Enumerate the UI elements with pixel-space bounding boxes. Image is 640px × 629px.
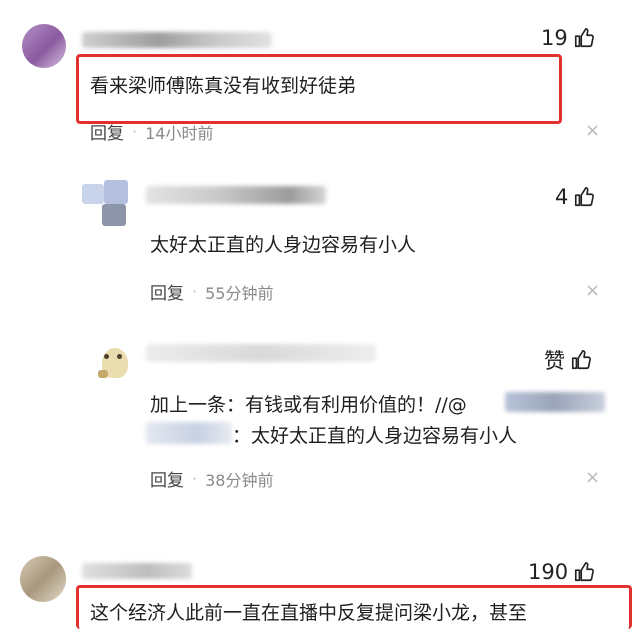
- separator-dot: ·: [132, 122, 138, 141]
- like-button[interactable]: 19: [541, 26, 595, 50]
- comment-text-line1: 加上一条：有钱或有利用价值的！//@: [150, 394, 467, 416]
- close-icon[interactable]: ×: [585, 280, 600, 301]
- like-button[interactable]: 190: [528, 560, 595, 584]
- separator-dot: ·: [192, 282, 198, 301]
- reply-button[interactable]: 回复: [150, 466, 184, 491]
- close-icon[interactable]: ×: [585, 467, 600, 488]
- timestamp: 38分钟前: [205, 470, 274, 490]
- comment-text: 看来梁师傅陈真没有收到好徒弟: [90, 75, 357, 97]
- avatar[interactable]: [98, 342, 134, 382]
- thumbs-up-icon: [571, 350, 591, 370]
- username-blurred[interactable]: [82, 563, 192, 579]
- avatar[interactable]: [20, 556, 66, 602]
- like-count: 190: [528, 560, 569, 584]
- timestamp: 55分钟前: [205, 283, 274, 303]
- username-blurred[interactable]: [146, 186, 326, 204]
- close-icon[interactable]: ×: [585, 120, 600, 141]
- like-count: 19: [541, 26, 568, 50]
- username-blurred[interactable]: [82, 32, 272, 48]
- like-label: 赞: [544, 349, 565, 373]
- comment-meta: 回复 · 38分钟前: [150, 466, 273, 491]
- like-button[interactable]: 赞: [544, 345, 592, 375]
- comment-meta: 回复 · 55分钟前: [150, 279, 273, 304]
- timestamp: 14小时前: [145, 123, 214, 143]
- separator-dot: ·: [192, 469, 198, 488]
- username-blurred[interactable]: [146, 344, 376, 362]
- comment-meta: 回复 · 14小时前: [90, 119, 213, 144]
- thumbs-up-icon: [575, 562, 595, 582]
- thumbs-up-icon: [574, 28, 594, 48]
- reply-button[interactable]: 回复: [150, 279, 184, 304]
- like-button[interactable]: 4: [555, 185, 595, 209]
- comment-text: 太好太正直的人身边容易有小人: [150, 234, 417, 256]
- comment-text-line2: ：太好太正直的人身边容易有小人: [232, 425, 518, 447]
- comment-text: 这个经济人此前一直在直播中反复提问梁小龙，甚至: [90, 602, 528, 624]
- avatar[interactable]: [22, 24, 66, 68]
- thumbs-up-icon: [575, 187, 595, 207]
- mention-blurred[interactable]: [146, 422, 232, 444]
- reply-button[interactable]: 回复: [90, 119, 124, 144]
- avatar[interactable]: [82, 180, 132, 228]
- mention-blurred[interactable]: [505, 392, 605, 412]
- like-count: 4: [555, 185, 569, 209]
